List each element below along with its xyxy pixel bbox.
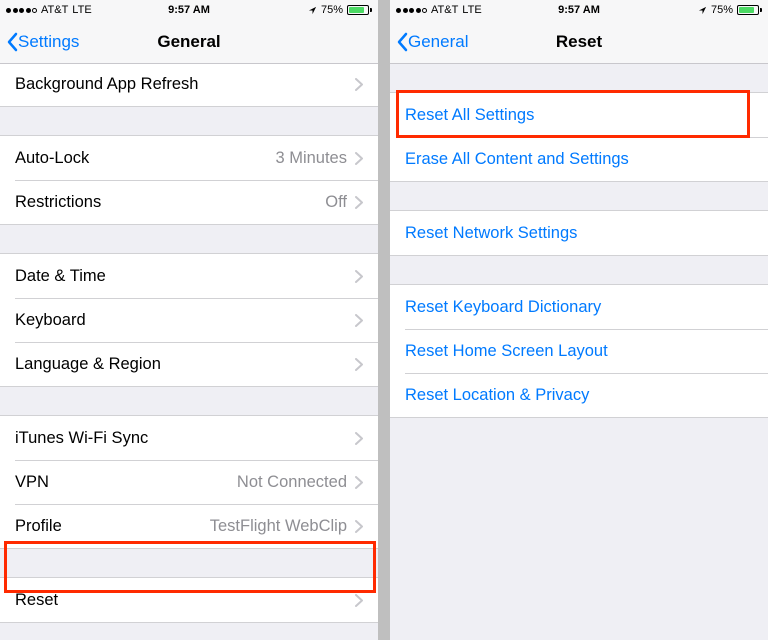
row-profile[interactable]: Profile TestFlight WebClip bbox=[0, 504, 378, 548]
chevron-right-icon bbox=[355, 594, 363, 607]
chevron-right-icon bbox=[355, 358, 363, 371]
status-bar: AT&T LTE 9:57 AM 75% bbox=[390, 0, 768, 20]
signal-dots-icon bbox=[6, 8, 37, 13]
row-label: Auto-Lock bbox=[15, 149, 275, 168]
chevron-right-icon bbox=[355, 152, 363, 165]
phone-reset: AT&T LTE 9:57 AM 75% General Reset Reset… bbox=[384, 0, 768, 640]
row-label: VPN bbox=[15, 473, 237, 492]
page-title: Reset bbox=[556, 32, 602, 52]
chevron-right-icon bbox=[355, 196, 363, 209]
row-value: Off bbox=[325, 193, 347, 212]
row-value: 3 Minutes bbox=[275, 149, 347, 168]
battery-icon bbox=[737, 5, 762, 15]
chevron-right-icon bbox=[355, 314, 363, 327]
battery-icon bbox=[347, 5, 372, 15]
row-label: iTunes Wi-Fi Sync bbox=[15, 429, 355, 448]
chevron-left-icon bbox=[6, 32, 18, 52]
row-label: Keyboard bbox=[15, 311, 355, 330]
row-label: Date & Time bbox=[15, 267, 355, 286]
row-label: Reset Keyboard Dictionary bbox=[405, 298, 753, 317]
network-label: LTE bbox=[462, 4, 481, 16]
page-title: General bbox=[157, 32, 220, 52]
network-label: LTE bbox=[72, 4, 91, 16]
row-erase-all-content[interactable]: Erase All Content and Settings bbox=[390, 137, 768, 181]
row-reset-location-privacy[interactable]: Reset Location & Privacy bbox=[390, 373, 768, 417]
row-reset-home-screen[interactable]: Reset Home Screen Layout bbox=[390, 329, 768, 373]
row-background-app-refresh[interactable]: Background App Refresh bbox=[0, 62, 378, 106]
back-label: General bbox=[408, 32, 468, 52]
row-label: Reset Location & Privacy bbox=[405, 386, 753, 405]
row-label: Reset Network Settings bbox=[405, 224, 753, 243]
location-icon bbox=[308, 6, 317, 15]
row-vpn[interactable]: VPN Not Connected bbox=[0, 460, 378, 504]
carrier-label: AT&T bbox=[431, 4, 458, 16]
chevron-right-icon bbox=[355, 520, 363, 533]
clock-label: 9:57 AM bbox=[558, 4, 600, 16]
chevron-left-icon bbox=[396, 32, 408, 52]
row-restrictions[interactable]: Restrictions Off bbox=[0, 180, 378, 224]
row-reset[interactable]: Reset bbox=[0, 578, 378, 622]
row-reset-keyboard-dictionary[interactable]: Reset Keyboard Dictionary bbox=[390, 285, 768, 329]
phone-general: AT&T LTE 9:57 AM 75% Settings General Ba… bbox=[0, 0, 384, 640]
chevron-right-icon bbox=[355, 78, 363, 91]
clock-label: 9:57 AM bbox=[168, 4, 210, 16]
battery-pct-label: 75% bbox=[711, 4, 733, 16]
row-value: Not Connected bbox=[237, 473, 347, 492]
row-label: Reset Home Screen Layout bbox=[405, 342, 753, 361]
row-language-region[interactable]: Language & Region bbox=[0, 342, 378, 386]
row-reset-all-settings[interactable]: Reset All Settings bbox=[390, 93, 768, 137]
row-auto-lock[interactable]: Auto-Lock 3 Minutes bbox=[0, 136, 378, 180]
row-itunes-wifi-sync[interactable]: iTunes Wi-Fi Sync bbox=[0, 416, 378, 460]
row-label: Erase All Content and Settings bbox=[405, 150, 753, 169]
row-label: Restrictions bbox=[15, 193, 325, 212]
reset-list[interactable]: Reset All Settings Erase All Content and… bbox=[390, 64, 768, 640]
row-reset-network-settings[interactable]: Reset Network Settings bbox=[390, 211, 768, 255]
status-bar: AT&T LTE 9:57 AM 75% bbox=[0, 0, 378, 20]
chevron-right-icon bbox=[355, 270, 363, 283]
battery-pct-label: 75% bbox=[321, 4, 343, 16]
row-date-time[interactable]: Date & Time bbox=[0, 254, 378, 298]
nav-bar: General Reset bbox=[390, 20, 768, 64]
row-label: Language & Region bbox=[15, 355, 355, 374]
row-label: Reset All Settings bbox=[405, 106, 753, 125]
location-icon bbox=[698, 6, 707, 15]
back-button[interactable]: General bbox=[390, 32, 468, 52]
back-label: Settings bbox=[18, 32, 79, 52]
chevron-right-icon bbox=[355, 432, 363, 445]
row-label: Background App Refresh bbox=[15, 75, 355, 94]
carrier-label: AT&T bbox=[41, 4, 68, 16]
row-keyboard[interactable]: Keyboard bbox=[0, 298, 378, 342]
row-label: Profile bbox=[15, 517, 210, 536]
row-label: Reset bbox=[15, 591, 355, 610]
back-button[interactable]: Settings bbox=[0, 32, 79, 52]
row-value: TestFlight WebClip bbox=[210, 517, 347, 536]
chevron-right-icon bbox=[355, 476, 363, 489]
signal-dots-icon bbox=[396, 8, 427, 13]
settings-list[interactable]: Background App Refresh Auto-Lock 3 Minut… bbox=[0, 62, 378, 640]
nav-bar: Settings General bbox=[0, 20, 378, 64]
